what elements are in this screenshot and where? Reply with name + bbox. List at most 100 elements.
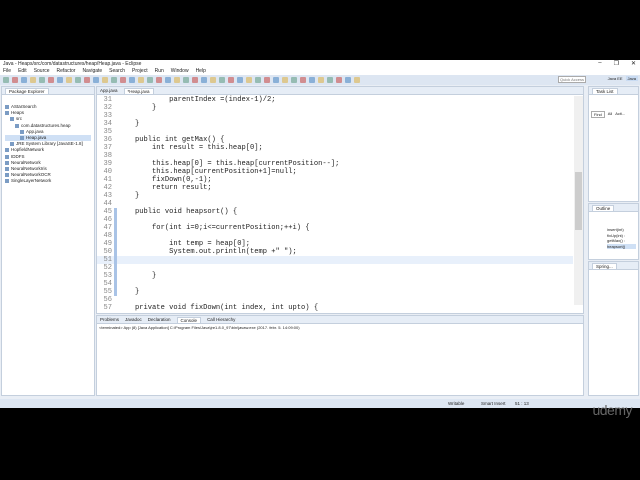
task-find-input[interactable]: Find [591,111,605,118]
toolbar-icon[interactable] [318,77,324,83]
menu-project[interactable]: Project [132,68,148,74]
code-line[interactable]: 38 [97,152,573,160]
toolbar-icon[interactable] [57,77,63,83]
code-line[interactable]: 33 [97,112,573,120]
menu-source[interactable]: Source [34,68,50,74]
code-line[interactable]: 41 fixDown(0,-1); [97,176,573,184]
toolbar-icon[interactable] [165,77,171,83]
tab-call-hierarchy[interactable]: Call Hierarchy [207,317,235,322]
toolbar-icon[interactable] [255,77,261,83]
toolbar-icon[interactable] [237,77,243,83]
toolbar-icon[interactable] [354,77,360,83]
toolbar-icon[interactable] [75,77,81,83]
tab-problems[interactable]: Problems [100,317,119,322]
code-line[interactable]: 47 for(int i=0;i<=currentPosition;++i) { [97,224,573,232]
toolbar-icon[interactable] [291,77,297,83]
outline-item[interactable]: heapsort() [607,243,636,249]
task-all-link[interactable]: All [608,111,612,118]
toolbar-icon[interactable] [48,77,54,83]
menu-search[interactable]: Search [109,68,125,74]
code-line[interactable]: 48 [97,232,573,240]
menu-navigate[interactable]: Navigate [82,68,102,74]
code-line[interactable]: 54 [97,280,573,288]
toolbar-icon[interactable] [3,77,9,83]
toolbar-icon[interactable] [309,77,315,83]
toolbar-icon[interactable] [228,77,234,83]
perspective-java[interactable]: Java [625,76,638,81]
toolbar-icon[interactable] [300,77,306,83]
perspective-java-ee[interactable]: Java EE [608,76,623,81]
task-activate-link[interactable]: Acti... [615,111,625,118]
toolbar-icon[interactable] [219,77,225,83]
toolbar-icon[interactable] [84,77,90,83]
toolbar-icon[interactable] [327,77,333,83]
tab-app-java[interactable]: App.java [100,88,118,93]
toolbar-icon[interactable] [21,77,27,83]
toolbar-icon[interactable] [93,77,99,83]
code-line[interactable]: 51 [97,256,573,264]
code-line[interactable]: 50 System.out.println(temp +" "); [97,248,573,256]
toolbar-icon[interactable] [39,77,45,83]
tab-javadoc[interactable]: Javadoc [125,317,142,322]
task-list-tab[interactable]: Task List [592,87,618,94]
menu-run[interactable]: Run [155,68,164,74]
toolbar-icon[interactable] [30,77,36,83]
menu-help[interactable]: Help [196,68,206,74]
tab-console[interactable]: Console [176,316,202,323]
editor-scrollbar[interactable] [574,96,583,305]
code-line[interactable]: 43 } [97,192,573,200]
code-line[interactable]: 45 public void heapsort() { [97,208,573,216]
menu-window[interactable]: Window [171,68,189,74]
code-line[interactable]: 55 } [97,288,573,296]
toolbar-icon[interactable] [66,77,72,83]
tab-declaration[interactable]: Declaration [148,317,171,322]
toolbar-icon[interactable] [174,77,180,83]
code-line[interactable]: 34 } [97,120,573,128]
outline-tab[interactable]: Outline [592,204,615,211]
code-line[interactable]: 46 [97,216,573,224]
tab-heap-java[interactable]: *Heap.java [123,87,154,94]
toolbar-icon[interactable] [129,77,135,83]
toolbar-icon[interactable] [282,77,288,83]
code-line[interactable]: 40 this.heap[currentPosition+1]=null; [97,168,573,176]
toolbar-icon[interactable] [156,77,162,83]
spring-tab[interactable]: Spring... [592,262,617,269]
code-line[interactable]: 32 } [97,104,573,112]
code-line[interactable]: 56 [97,296,573,304]
code-line[interactable]: 49 int temp = heap[0]; [97,240,573,248]
code-line[interactable]: 35 [97,128,573,136]
toolbar-icon[interactable] [210,77,216,83]
maximize-button[interactable]: ❐ [614,60,619,67]
code-line[interactable]: 52 [97,264,573,272]
toolbar-icon[interactable] [192,77,198,83]
toolbar-icon[interactable] [246,77,252,83]
toolbar-icon[interactable] [273,77,279,83]
tree-item[interactable]: SingleLayerNetwork [5,178,91,184]
menu-edit[interactable]: Edit [18,68,27,74]
menu-file[interactable]: File [3,68,11,74]
code-line[interactable]: 39 this.heap[0] = this.heap[currentPosit… [97,160,573,168]
toolbar-icon[interactable] [120,77,126,83]
code-line[interactable]: 31 parentIndex =(index-1)/2; [97,96,573,104]
toolbar-icon[interactable] [102,77,108,83]
toolbar-icon[interactable] [345,77,351,83]
minimize-button[interactable]: – [598,60,601,67]
code-line[interactable]: 57 private void fixDown(int index, int u… [97,304,573,312]
quick-access-input[interactable]: Quick Access [558,76,586,83]
toolbar-icon[interactable] [336,77,342,83]
close-button[interactable]: ✕ [631,60,636,67]
toolbar-icon[interactable] [183,77,189,83]
toolbar-icon[interactable] [12,77,18,83]
menu-refactor[interactable]: Refactor [57,68,76,74]
code-area[interactable]: 31 parentIndex =(index-1)/2; 32 } 33 34 } 35… [97,96,573,312]
package-explorer-tab[interactable]: Package Explorer [5,87,49,94]
code-line[interactable]: 53 } [97,272,573,280]
code-line[interactable]: 42 return result; [97,184,573,192]
toolbar-icon[interactable] [138,77,144,83]
toolbar-icon[interactable] [111,77,117,83]
code-line[interactable]: 44 [97,200,573,208]
toolbar-icon[interactable] [264,77,270,83]
code-line[interactable]: 37 int result = this.heap[0]; [97,144,573,152]
toolbar-icon[interactable] [201,77,207,83]
code-line[interactable]: 36 public int getMax() { [97,136,573,144]
